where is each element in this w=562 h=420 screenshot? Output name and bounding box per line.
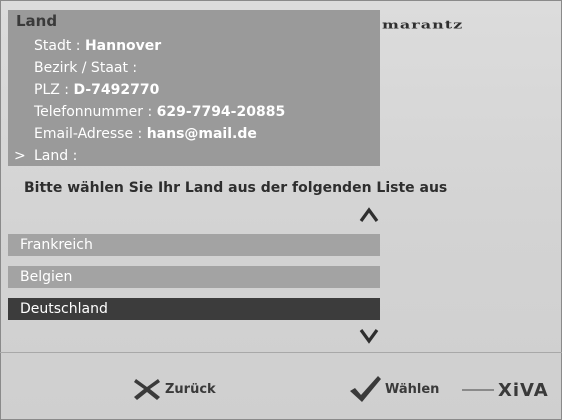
marantz-logo: marantz	[382, 17, 464, 32]
xiva-text: XiVA	[498, 380, 549, 401]
prompt-text: Bitte wählen Sie Ihr Land aus der folgen…	[24, 180, 448, 196]
info-row-value: hans@mail.de	[146, 126, 257, 142]
powered-by-line	[462, 389, 494, 391]
list-item-deutschland[interactable]: Deutschland	[8, 298, 380, 320]
info-row-value: 629-7794-20885	[156, 104, 286, 120]
checkmark-icon	[350, 376, 381, 402]
back-label: Zurück	[165, 381, 216, 397]
info-row-telefon: Telefonnummer : 629-7794-20885	[34, 104, 285, 120]
scroll-up-icon[interactable]	[358, 206, 380, 224]
info-row-plz: PLZ : D-7492770	[34, 82, 159, 98]
info-row-email: Email-Adresse : hans@mail.de	[34, 126, 257, 142]
info-row-label: PLZ :	[34, 82, 74, 98]
info-row-label: Land :	[34, 148, 78, 164]
info-heading: Land	[16, 12, 58, 30]
list-item-frankreich[interactable]: Frankreich	[8, 234, 380, 256]
info-row-label: Bezirk / Staat :	[34, 60, 138, 76]
select-label: Wählen	[385, 381, 440, 397]
xiva-logo: XiVA	[462, 380, 552, 402]
footer-divider	[0, 352, 562, 353]
close-x-icon	[134, 379, 160, 400]
info-row-label: Stadt :	[34, 38, 85, 54]
scroll-down-icon[interactable]	[358, 327, 380, 345]
info-row-land[interactable]: > Land :	[14, 148, 77, 164]
select-button[interactable]: Wählen	[348, 374, 439, 404]
screen: Land Stadt : Hannover Bezirk / Staat : P…	[0, 0, 562, 420]
info-row-value: D-7492770	[73, 82, 160, 98]
list-item-belgien[interactable]: Belgien	[8, 266, 380, 288]
info-row-bezirk: Bezirk / Staat :	[34, 60, 137, 76]
back-button[interactable]: Zurück	[132, 374, 216, 404]
info-row-stadt: Stadt : Hannover	[34, 38, 161, 54]
info-row-value: Hannover	[84, 38, 162, 54]
info-row-label: Email-Adresse :	[34, 126, 147, 142]
info-row-label: Telefonnummer :	[34, 104, 157, 120]
selection-marker: >	[14, 148, 26, 164]
